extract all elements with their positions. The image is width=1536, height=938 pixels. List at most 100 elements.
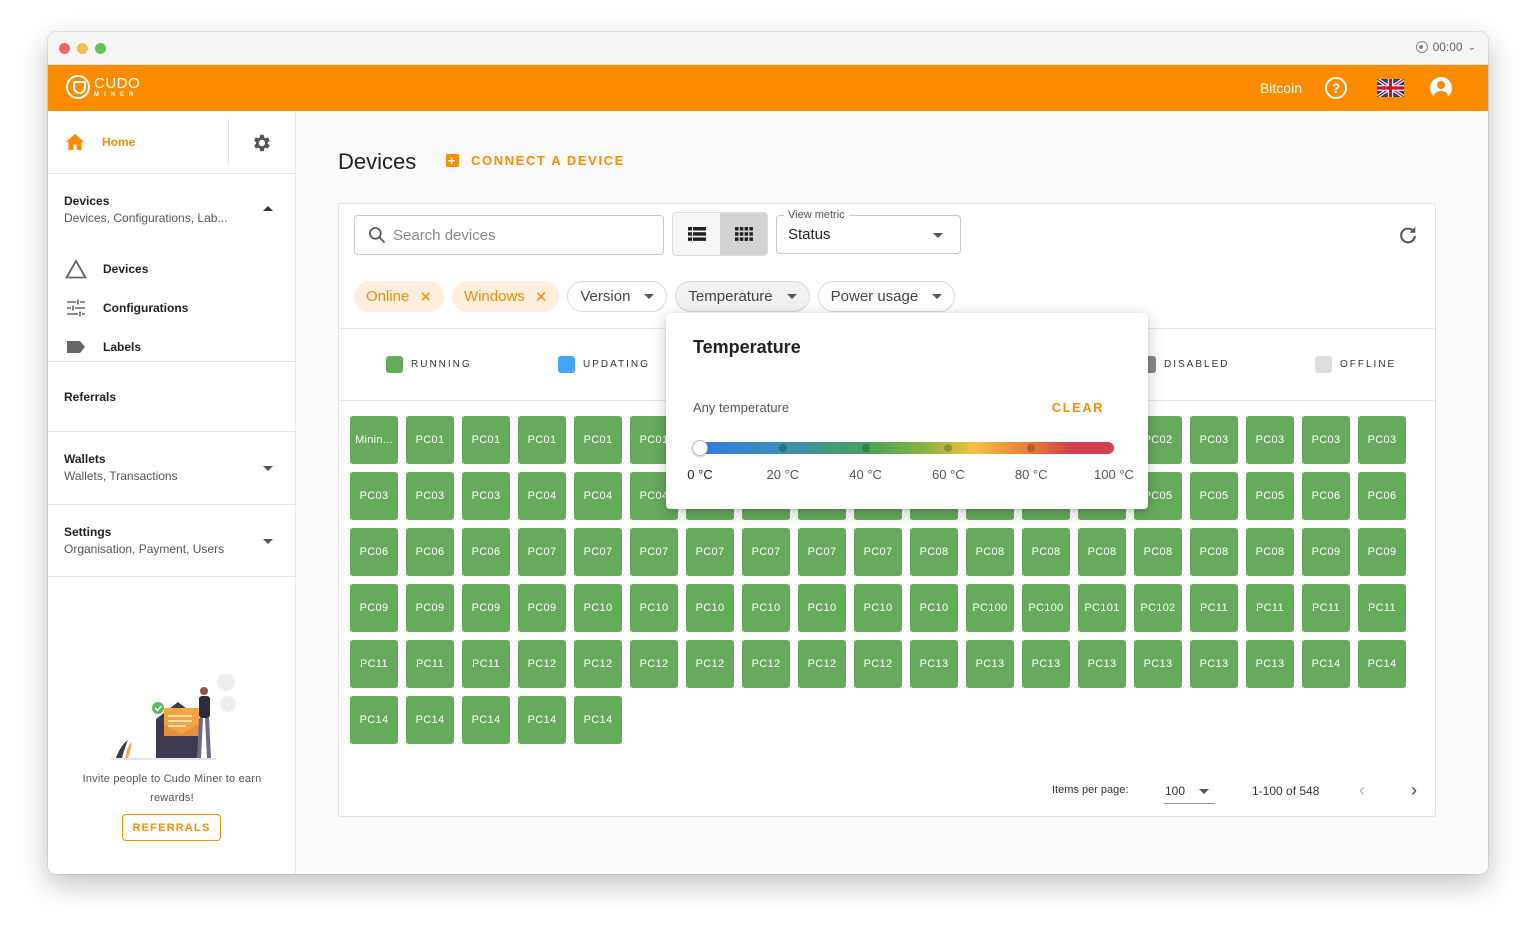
- device-tile[interactable]: PC06: [462, 528, 510, 576]
- device-tile[interactable]: PC09: [462, 584, 510, 632]
- expand-caret-icon[interactable]: [263, 466, 273, 471]
- device-tile[interactable]: PC07: [630, 528, 678, 576]
- items-per-page-select[interactable]: 100: [1164, 777, 1215, 804]
- device-tile[interactable]: PC11: [1302, 584, 1350, 632]
- device-tile[interactable]: PC13: [1022, 640, 1070, 688]
- sidebar-item-labels[interactable]: Labels: [48, 327, 295, 366]
- device-tile[interactable]: PC08: [1246, 528, 1294, 576]
- device-tile[interactable]: PC01: [406, 416, 454, 464]
- device-tile[interactable]: PC06: [1358, 472, 1406, 520]
- device-tile[interactable]: PC13: [1246, 640, 1294, 688]
- device-tile[interactable]: PC100: [1022, 584, 1070, 632]
- device-tile[interactable]: PC04: [518, 472, 566, 520]
- sidebar-section-wallets[interactable]: Wallets Wallets, Transactions: [48, 432, 295, 505]
- device-tile[interactable]: PC11: [1190, 584, 1238, 632]
- grid-view-button[interactable]: [720, 213, 767, 255]
- device-tile[interactable]: PC12: [742, 640, 790, 688]
- device-tile[interactable]: PC14: [406, 696, 454, 744]
- device-tile[interactable]: PC11: [1246, 584, 1294, 632]
- remove-filter-icon[interactable]: ✕: [535, 288, 548, 306]
- device-tile[interactable]: PC03: [1246, 416, 1294, 464]
- device-tile[interactable]: PC14: [518, 696, 566, 744]
- device-tile[interactable]: PC12: [574, 640, 622, 688]
- device-tile[interactable]: PC14: [462, 696, 510, 744]
- device-tile[interactable]: PC13: [1134, 640, 1182, 688]
- uk-flag-icon[interactable]: [1377, 79, 1404, 97]
- device-tile[interactable]: PC07: [798, 528, 846, 576]
- sidebar-item-devices[interactable]: Devices: [48, 249, 295, 288]
- temperature-slider-track[interactable]: [700, 442, 1114, 454]
- device-tile[interactable]: PC04: [574, 472, 622, 520]
- next-page-button[interactable]: ›: [1411, 780, 1417, 801]
- search-field[interactable]: [354, 215, 664, 255]
- device-tile[interactable]: PC14: [574, 696, 622, 744]
- device-tile[interactable]: PC13: [966, 640, 1014, 688]
- device-tile[interactable]: PC09: [1358, 528, 1406, 576]
- device-tile[interactable]: PC14: [350, 696, 398, 744]
- collapse-caret-icon[interactable]: [263, 206, 273, 211]
- connect-device-button[interactable]: + CONNECT A DEVICE: [446, 153, 625, 168]
- device-tile[interactable]: PC06: [350, 528, 398, 576]
- device-tile[interactable]: PC08: [1190, 528, 1238, 576]
- device-tile[interactable]: PC10: [630, 584, 678, 632]
- device-tile[interactable]: PC06: [1302, 472, 1350, 520]
- recording-clock[interactable]: 00:00 ⌄: [1415, 40, 1476, 54]
- device-tile[interactable]: PC03: [462, 472, 510, 520]
- device-tile[interactable]: PC09: [1302, 528, 1350, 576]
- device-tile[interactable]: PC14: [1302, 640, 1350, 688]
- device-tile[interactable]: PC09: [518, 584, 566, 632]
- device-tile[interactable]: PC10: [742, 584, 790, 632]
- maximize-window-button[interactable]: [95, 43, 106, 54]
- device-tile[interactable]: PC12: [854, 640, 902, 688]
- device-tile[interactable]: PC03: [350, 472, 398, 520]
- device-tile[interactable]: PC09: [406, 584, 454, 632]
- device-tile[interactable]: PC03: [1302, 416, 1350, 464]
- device-tile[interactable]: PC12: [798, 640, 846, 688]
- device-tile[interactable]: PC13: [1190, 640, 1238, 688]
- device-tile[interactable]: PC12: [686, 640, 734, 688]
- device-tile[interactable]: PC13: [910, 640, 958, 688]
- device-tile[interactable]: PC01: [574, 416, 622, 464]
- device-tile[interactable]: PC05: [1246, 472, 1294, 520]
- device-tile[interactable]: PC05: [1190, 472, 1238, 520]
- device-tile[interactable]: PC09: [350, 584, 398, 632]
- device-tile[interactable]: PC101: [1078, 584, 1126, 632]
- device-tile[interactable]: PC01: [518, 416, 566, 464]
- device-tile[interactable]: PC01: [462, 416, 510, 464]
- expand-caret-icon[interactable]: [263, 539, 273, 544]
- device-tile[interactable]: PC11: [1358, 584, 1406, 632]
- device-tile[interactable]: PC07: [518, 528, 566, 576]
- filter-chip-version[interactable]: Version: [567, 281, 668, 312]
- sidebar-item-home[interactable]: Home: [48, 111, 228, 173]
- device-tile[interactable]: PC10: [574, 584, 622, 632]
- filter-chip-windows[interactable]: Windows ✕: [451, 281, 560, 312]
- device-tile[interactable]: PC08: [910, 528, 958, 576]
- filter-chip-power-usage[interactable]: Power usage: [817, 281, 956, 312]
- help-icon[interactable]: ?: [1325, 77, 1347, 99]
- referrals-button[interactable]: REFERRALS: [122, 814, 221, 841]
- view-metric-select[interactable]: View metric Status: [776, 209, 961, 254]
- sidebar-item-referrals[interactable]: Referrals: [48, 362, 295, 432]
- filter-chip-online[interactable]: Online ✕: [354, 281, 444, 312]
- device-tile[interactable]: PC14: [1358, 640, 1406, 688]
- device-tile[interactable]: PC07: [686, 528, 734, 576]
- device-tile[interactable]: PC07: [854, 528, 902, 576]
- device-tile[interactable]: PC11: [350, 640, 398, 688]
- device-tile[interactable]: PC07: [574, 528, 622, 576]
- search-input[interactable]: [393, 226, 633, 244]
- device-tile[interactable]: PC08: [1134, 528, 1182, 576]
- device-tile[interactable]: PC11: [462, 640, 510, 688]
- device-tile[interactable]: PC10: [686, 584, 734, 632]
- device-tile[interactable]: PC11: [406, 640, 454, 688]
- device-tile[interactable]: PC03: [1190, 416, 1238, 464]
- device-tile[interactable]: PC08: [1022, 528, 1070, 576]
- account-icon[interactable]: [1430, 77, 1452, 99]
- device-tile[interactable]: PC10: [854, 584, 902, 632]
- sidebar-section-devices-header[interactable]: Devices Devices, Configurations, Lab...: [48, 174, 295, 225]
- list-view-button[interactable]: [673, 213, 720, 255]
- sidebar-item-configurations[interactable]: Configurations: [48, 288, 295, 327]
- settings-button[interactable]: [248, 130, 274, 156]
- device-tile[interactable]: PC100: [966, 584, 1014, 632]
- clear-temperature-button[interactable]: CLEAR: [1052, 400, 1104, 415]
- currency-selector[interactable]: Bitcoin: [1260, 80, 1302, 96]
